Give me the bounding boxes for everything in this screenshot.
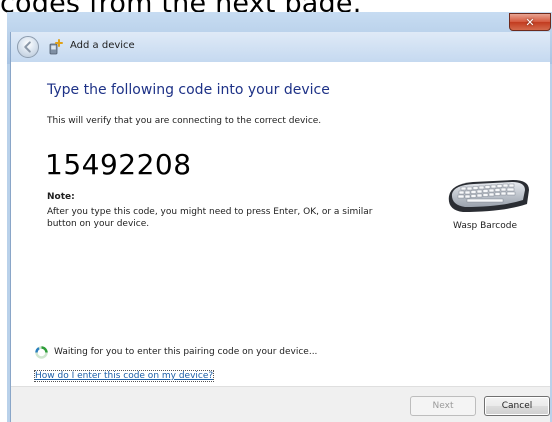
nav-title: Add a device xyxy=(70,40,135,51)
page-heading: Type the following code into your device xyxy=(47,82,330,98)
device-panel: Wasp Barcode xyxy=(435,174,545,244)
page-subtext: This will verify that you are connecting… xyxy=(47,116,322,126)
note-label: Note: xyxy=(47,192,75,202)
back-arrow-icon xyxy=(24,41,31,53)
device-add-icon xyxy=(49,39,63,55)
cancel-button[interactable]: Cancel xyxy=(484,396,550,416)
page: codes from the next page. ✕ Add a device xyxy=(0,0,552,422)
close-icon: ✕ xyxy=(525,15,535,29)
pairing-code: 15492208 xyxy=(45,148,192,181)
wizard-footer: Next Cancel xyxy=(11,386,550,422)
wizard-client-area: Add a device Type the following code int… xyxy=(10,32,550,422)
close-button[interactable]: ✕ xyxy=(509,13,551,31)
next-button[interactable]: Next xyxy=(410,396,476,416)
keyboard-icon xyxy=(448,180,529,212)
device-name: Wasp Barcode xyxy=(453,221,517,231)
spinner-icon xyxy=(35,346,48,359)
back-button[interactable] xyxy=(17,36,39,58)
navigation-bar: Add a device xyxy=(11,32,550,62)
help-link[interactable]: How do I enter this code on my device? xyxy=(33,370,215,382)
add-device-window: ✕ Add a device Type the following code i… xyxy=(7,12,552,422)
status-text: Waiting for you to enter this pairing co… xyxy=(54,347,318,357)
note-text: After you type this code, you might need… xyxy=(47,207,373,229)
